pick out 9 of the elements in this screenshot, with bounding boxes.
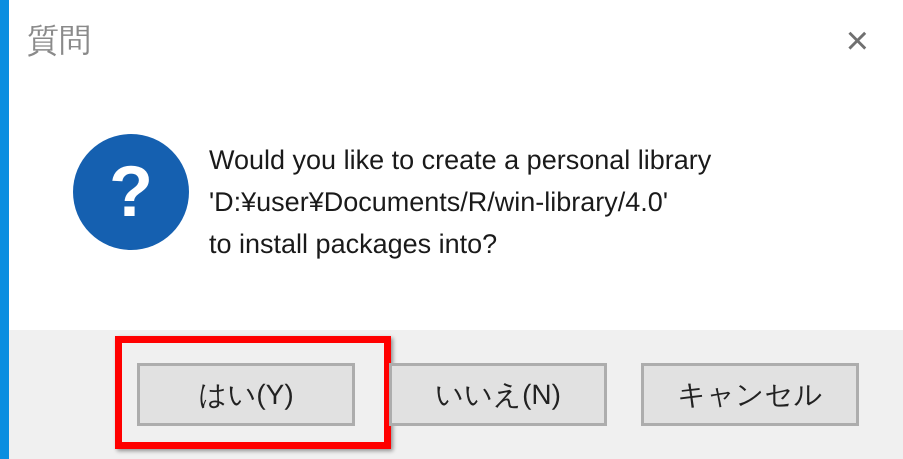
dialog-button[interactable]: いいえ(N) [389,363,607,426]
message-text: Would you like to create a personal library [209,144,712,177]
message-text: 'D:¥user¥Documents/R/win-library/4.0' [209,186,669,219]
question-icon: ? [73,134,189,250]
dialog-button[interactable]: キャンセル [641,363,859,426]
window-title: 質問 [27,21,91,60]
message-text: to install packages into? [209,228,498,261]
close-button[interactable]: × [842,21,873,61]
dialog-button[interactable]: はい(Y) [137,363,355,426]
